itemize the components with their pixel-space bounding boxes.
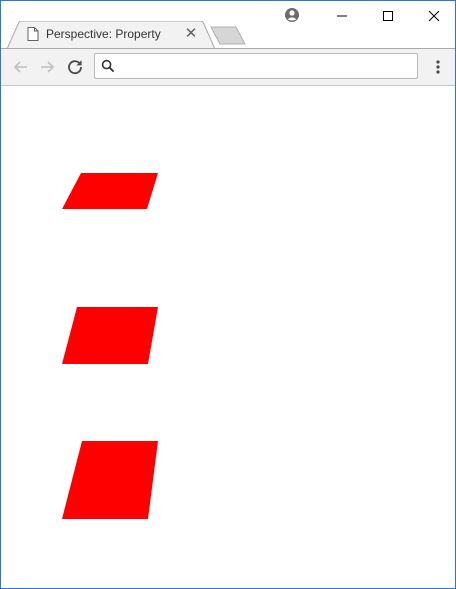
- browser-toolbar: [1, 49, 455, 86]
- browser-window: Perspective: Property ✕: [0, 0, 456, 589]
- maximize-button[interactable]: [365, 1, 411, 31]
- search-icon: [101, 59, 115, 73]
- forward-arrow-icon[interactable]: [37, 57, 57, 77]
- profile-icon[interactable]: [284, 7, 300, 23]
- tab-title: Perspective: Property: [46, 27, 161, 41]
- close-button[interactable]: [411, 1, 455, 31]
- perspective-parallelogram-2: [62, 307, 158, 364]
- address-input[interactable]: [121, 56, 411, 76]
- new-tab-icon: [210, 26, 246, 45]
- title-bar: Perspective: Property ✕: [1, 1, 455, 49]
- minimize-icon: [337, 15, 347, 17]
- tab-perspective-property[interactable]: Perspective: Property ✕: [7, 21, 215, 49]
- page-icon: [27, 27, 39, 41]
- close-icon: [428, 10, 440, 22]
- address-bar[interactable]: [94, 53, 418, 79]
- perspective-parallelogram-3: [62, 441, 158, 519]
- back-arrow-icon[interactable]: [11, 57, 31, 77]
- new-tab-button[interactable]: [209, 26, 247, 46]
- perspective-parallelogram-1: [62, 173, 158, 209]
- maximize-icon: [383, 11, 393, 21]
- page-content: [1, 86, 455, 588]
- kebab-menu-icon[interactable]: [430, 57, 446, 77]
- reload-icon[interactable]: [65, 57, 85, 77]
- shapes-canvas: [62, 173, 158, 519]
- tab-close-icon[interactable]: ✕: [183, 26, 199, 42]
- minimize-button[interactable]: [319, 1, 365, 31]
